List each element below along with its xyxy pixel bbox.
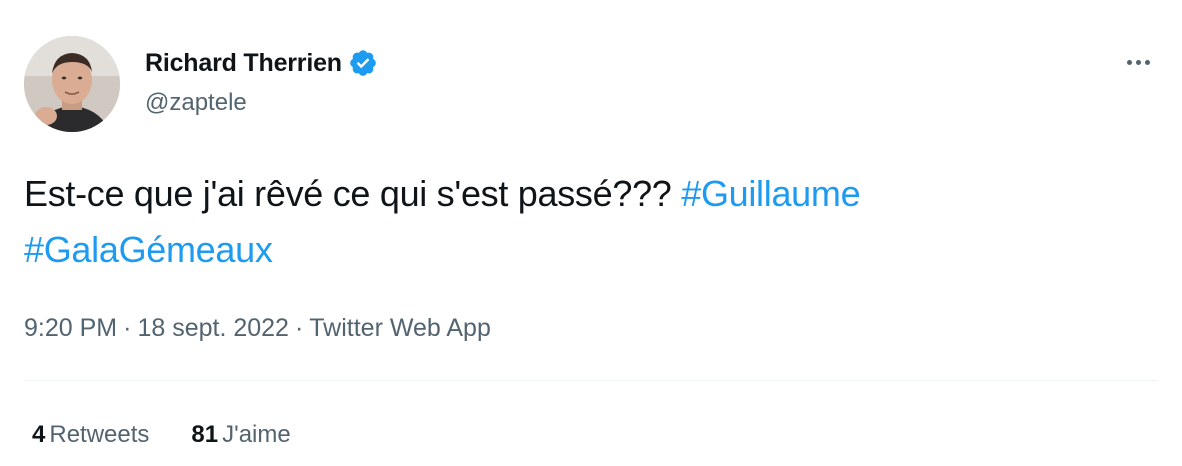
likes-label: J'aime (222, 421, 291, 448)
author-handle[interactable]: @zaptele (145, 86, 247, 120)
avatar-image (24, 36, 120, 132)
hashtag-guillaume[interactable]: #Guillaume (681, 173, 860, 214)
likes-count: 81 (191, 421, 219, 448)
tweet-text: Est-ce que j'ai rêvé ce qui s'est passé?… (24, 166, 1154, 278)
more-options-icon[interactable] (1120, 48, 1156, 76)
hashtag-galagemeaux[interactable]: #GalaGémeaux (24, 229, 273, 270)
tweet: Richard Therrien @zaptele Est-ce que j'a… (0, 0, 1182, 466)
likes-stat[interactable]: 81 J'aime (191, 418, 290, 452)
meta-separator: · (294, 314, 304, 342)
retweets-label: Retweets (49, 421, 150, 448)
more-dot (1135, 59, 1141, 65)
retweets-count: 4 (32, 421, 46, 448)
divider (24, 380, 1157, 381)
more-dot (1126, 59, 1132, 65)
more-dot (1144, 59, 1150, 65)
author-display-name[interactable]: Richard Therrien (145, 46, 342, 80)
tweet-time[interactable]: 9:20 PM (24, 314, 117, 342)
verified-badge-icon (348, 48, 378, 78)
meta-separator: · (123, 314, 132, 342)
author-name-row: Richard Therrien (145, 46, 378, 80)
avatar[interactable] (24, 36, 120, 132)
tweet-date[interactable]: 18 sept. 2022 (137, 314, 289, 342)
tweet-text-body: Est-ce que j'ai rêvé ce qui s'est passé?… (24, 173, 682, 214)
tweet-source[interactable]: Twitter Web App (309, 314, 491, 342)
tweet-stats: 4 Retweets 81 J'aime (32, 418, 291, 452)
retweets-stat[interactable]: 4 Retweets (32, 418, 149, 452)
tweet-meta: 9:20 PM · 18 sept. 2022 · Twitter Web App (24, 310, 491, 346)
